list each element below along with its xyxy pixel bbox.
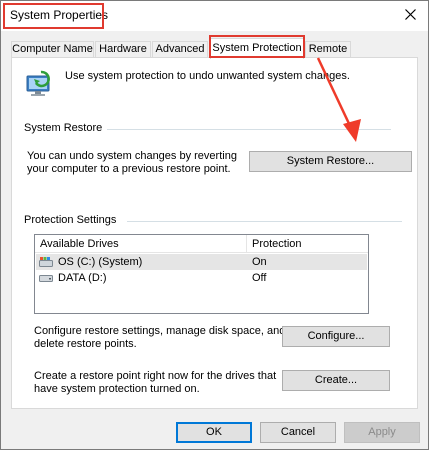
drive-row-data[interactable]: DATA (D:) Off — [36, 270, 367, 286]
tab-computer-name[interactable]: Computer Name — [11, 41, 94, 58]
column-available-drives[interactable]: Available Drives — [40, 238, 119, 250]
hard-drive-icon — [39, 275, 53, 282]
system-properties-window: System Properties Computer Name Hardware… — [0, 0, 429, 450]
system-protection-panel: Use system protection to undo unwanted s… — [11, 57, 418, 409]
drives-list-header: Available Drives Protection — [35, 235, 368, 253]
configure-description-line1: Configure restore settings, manage disk … — [34, 325, 286, 337]
system-restore-description-line2: your computer to a previous restore poin… — [27, 163, 231, 175]
create-description-line1: Create a restore point right now for the… — [34, 370, 277, 382]
drive-name: OS (C:) (System) — [58, 256, 143, 268]
title-highlight-box — [3, 3, 104, 29]
apply-button[interactable]: Apply — [344, 422, 420, 443]
available-drives-list[interactable]: Available Drives Protection OS (C:) (Sys… — [34, 234, 369, 314]
system-restore-divider — [107, 129, 391, 130]
system-restore-group-label: System Restore — [24, 122, 107, 134]
protection-settings-divider — [127, 221, 402, 222]
tab-hardware[interactable]: Hardware — [95, 41, 151, 58]
drive-protection-status: Off — [252, 272, 267, 284]
configure-button[interactable]: Configure... — [282, 326, 390, 347]
column-protection[interactable]: Protection — [252, 238, 302, 250]
intro-text: Use system protection to undo unwanted s… — [65, 70, 350, 82]
configure-description-line2: delete restore points. — [34, 338, 137, 350]
tab-remote[interactable]: Remote — [305, 41, 351, 58]
column-separator[interactable] — [246, 235, 247, 253]
close-icon — [405, 9, 416, 20]
tab-highlight-box — [209, 35, 305, 58]
create-description-line2: have system protection turned on. — [34, 383, 200, 395]
create-button[interactable]: Create... — [282, 370, 390, 391]
system-restore-button[interactable]: System Restore... — [249, 151, 412, 172]
ok-button[interactable]: OK — [176, 422, 252, 443]
system-protection-icon — [26, 70, 50, 96]
protection-settings-group-label: Protection Settings — [24, 214, 121, 226]
system-drive-icon — [39, 257, 53, 267]
drive-protection-status: On — [252, 256, 267, 268]
cancel-button[interactable]: Cancel — [260, 422, 336, 443]
system-restore-description-line1: You can undo system changes by reverting — [27, 150, 237, 162]
drive-name: DATA (D:) — [58, 272, 107, 284]
tab-advanced[interactable]: Advanced — [152, 41, 208, 58]
drive-row-os[interactable]: OS (C:) (System) On — [36, 254, 367, 270]
close-button[interactable] — [400, 5, 422, 25]
